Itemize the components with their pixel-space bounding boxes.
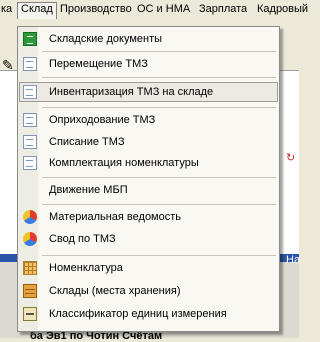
menu-item-label: Оприходование ТМЗ [49, 114, 156, 126]
units-ruler-icon [23, 307, 37, 321]
menu-item-label: Движение МБП [49, 184, 128, 196]
document-icon [23, 57, 37, 71]
menu-separator [42, 77, 276, 78]
menu-item-label: Свод по ТМЗ [49, 233, 116, 245]
menu-separator [42, 255, 276, 256]
menu-zarplata[interactable]: Зарплата [196, 3, 250, 18]
menu-kadrovy[interactable]: Кадровый [254, 3, 311, 18]
menu-item-tmz-summary[interactable]: Свод по ТМЗ [20, 230, 275, 248]
catalog-grid-icon [23, 261, 37, 275]
menu-item-write-off[interactable]: Списание ТМЗ [20, 133, 275, 151]
menu-os-nma[interactable]: ОС и НМА [134, 3, 193, 18]
menu-item-nomenclature[interactable]: Номенклатура [20, 259, 275, 277]
menu-separator [42, 107, 276, 108]
menu-bar: ка Склад Производство ОС и НМА Зарплата … [0, 0, 308, 20]
menu-proizvodstvo[interactable]: Производство [57, 3, 135, 18]
menu-separator [42, 51, 276, 52]
document-icon [23, 85, 37, 99]
menu-item-label: Материальная ведомость [49, 211, 182, 223]
menu-item-label: Классификатор единиц измерения [49, 308, 227, 320]
menu-item-label: Склады (места хранения) [49, 285, 181, 297]
menu-item-label: Номенклатура [49, 262, 123, 274]
document-icon [23, 135, 37, 149]
menu-item-warehouses[interactable]: Склады (места хранения) [20, 282, 275, 300]
menu-separator [42, 177, 276, 178]
background-lower-header: На [286, 254, 301, 266]
menu-item-label: Перемещение ТМЗ [49, 58, 148, 70]
document-icon [23, 156, 37, 170]
warehouse-docs-icon [23, 32, 37, 46]
pie-report-icon [23, 210, 37, 224]
menu-service-partial[interactable]: ка [0, 3, 15, 18]
document-icon [23, 113, 37, 127]
menu-item-label: Списание ТМЗ [49, 136, 125, 148]
menu-item-warehouse-documents[interactable]: Складские документы [20, 30, 275, 48]
sklad-dropdown-menu: Складские документы Перемещение ТМЗ Инве… [17, 26, 280, 332]
menu-sklad[interactable]: Склад [17, 2, 57, 20]
menu-item-assembly[interactable]: Комплектация номенклатуры [20, 154, 275, 172]
menu-item-receipt[interactable]: Оприходование ТМЗ [20, 111, 275, 129]
menu-item-label: Складские документы [49, 33, 163, 45]
menu-item-units-classifier[interactable]: Классификатор единиц измерения [20, 305, 275, 323]
menu-item-mbp-movement[interactable]: Движение МБП [20, 181, 275, 199]
refresh-icon[interactable]: ↻ [286, 151, 295, 164]
menu-item-inventory[interactable]: Инвентаризация ТМЗ на складе [19, 82, 278, 102]
menu-item-label: Инвентаризация ТМЗ на складе [49, 86, 214, 98]
menu-item-label: Комплектация номенклатуры [49, 157, 199, 169]
menu-item-material-statement[interactable]: Материальная ведомость [20, 208, 275, 226]
menu-item-transfer[interactable]: Перемещение ТМЗ [20, 55, 275, 73]
menu-separator [42, 204, 276, 205]
pie-report-icon [23, 232, 37, 246]
warehouse-rack-icon [23, 284, 37, 298]
